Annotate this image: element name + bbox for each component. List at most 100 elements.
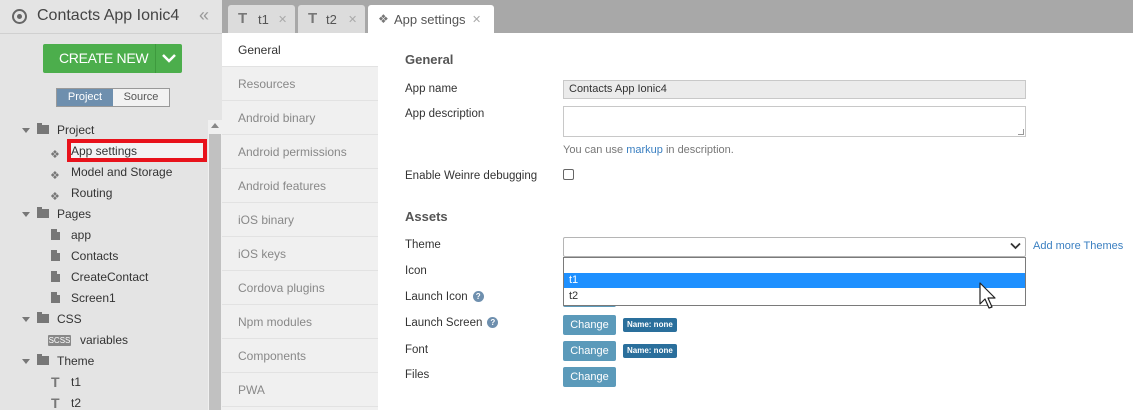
nav-label: PWA (238, 383, 265, 397)
tab-t2[interactable]: T t2 ✕ (298, 5, 365, 33)
nav-label: General (238, 43, 281, 57)
theme-filter-input[interactable] (565, 259, 1024, 273)
folder-icon (37, 123, 49, 134)
help-icon[interactable]: ? (487, 317, 499, 328)
expand-arrow-icon[interactable] (22, 128, 30, 133)
font-change-button[interactable]: Change (563, 341, 616, 361)
expand-arrow-icon[interactable] (22, 359, 30, 364)
launch-icon-label: Launch Icon? (405, 291, 484, 303)
font-label: Font (405, 344, 429, 356)
app-name-field[interactable]: Contacts App Ionic4 (563, 80, 1026, 99)
tree-scrollbar-thumb[interactable] (209, 134, 221, 410)
nav-label: iOS binary (238, 213, 295, 227)
general-settings-form: General App name Contacts App Ionic4 App… (378, 33, 1133, 410)
app-description-label: App description (405, 108, 485, 120)
nav-ios-keys[interactable]: iOS keys (222, 237, 378, 271)
close-icon[interactable]: ✕ (472, 13, 481, 26)
theme-dropdown-list: t1 t2 (563, 257, 1026, 306)
tree-label: Theme (57, 354, 95, 368)
tree-label: Pages (57, 207, 92, 221)
tab-t1[interactable]: T t1 ✕ (228, 5, 295, 33)
nav-general[interactable]: General (222, 33, 378, 67)
tree-label: Project (57, 123, 95, 137)
app-name-label: App name (405, 83, 458, 95)
nav-label: Components (238, 349, 307, 363)
folder-icon (37, 354, 49, 365)
page-icon (51, 229, 60, 240)
label-text: Launch Icon (405, 291, 468, 303)
create-new-dropdown[interactable] (155, 44, 182, 73)
nav-label: Resources (238, 77, 296, 91)
theme-icon: T (51, 395, 60, 410)
settings-icon: ❖ (50, 170, 60, 182)
expand-arrow-icon[interactable] (22, 317, 30, 322)
tree-label: t1 (71, 375, 82, 389)
nav-label: Cordova plugins (238, 281, 325, 295)
weinre-checkbox[interactable] (563, 169, 574, 180)
font-name-badge: Name: none (623, 344, 677, 358)
tab-label: t1 (258, 12, 269, 27)
expand-arrow-icon[interactable] (22, 212, 30, 217)
nav-components[interactable]: Components (222, 339, 378, 373)
weinre-label: Enable Weinre debugging (405, 170, 538, 182)
files-label: Files (405, 369, 430, 381)
nav-android-binary[interactable]: Android binary (222, 101, 378, 135)
launch-screen-name-badge: Name: none (623, 318, 677, 332)
project-source-toggle: Project Source (56, 88, 170, 107)
tab-source[interactable]: Source (113, 89, 169, 106)
nav-pwa[interactable]: PWA (222, 373, 378, 407)
theme-option-t2[interactable]: t2 (564, 289, 1025, 304)
folder-icon (37, 207, 49, 218)
nav-cordova-plugins[interactable]: Cordova plugins (222, 271, 378, 305)
description-help-text: You can use markup in description. (563, 144, 734, 156)
close-icon[interactable]: ✕ (278, 13, 287, 26)
theme-option-t1[interactable]: t1 (564, 273, 1025, 288)
tree-label: Model and Storage (71, 165, 173, 179)
tree-label: app (71, 228, 92, 242)
app-description-field[interactable] (563, 106, 1026, 137)
assets-heading: Assets (405, 209, 448, 224)
page-icon (51, 271, 60, 282)
chevron-down-icon (162, 54, 176, 63)
tree-label: t2 (71, 396, 82, 410)
folder-icon (37, 312, 49, 323)
tree-label: variables (80, 333, 129, 347)
app-title: Contacts App Ionic4 (37, 7, 180, 24)
nav-resources[interactable]: Resources (222, 67, 378, 101)
theme-icon: T (308, 10, 318, 27)
tab-app-settings[interactable]: ❖ App settings ✕ (368, 5, 494, 33)
nav-label: iOS keys (238, 247, 287, 261)
nav-android-permissions[interactable]: Android permissions (222, 135, 378, 169)
scroll-up-icon[interactable] (211, 123, 219, 128)
tab-label: App settings (394, 12, 466, 27)
theme-select[interactable] (563, 237, 1026, 257)
tree-label: CSS (57, 312, 82, 326)
page-icon (51, 250, 60, 261)
nav-ios-binary[interactable]: iOS binary (222, 203, 378, 237)
label-text: Launch Screen (405, 317, 483, 329)
project-sidebar: Contacts App Ionic4 « CREATE NEW Project… (0, 0, 222, 410)
tree-label: Contacts (71, 249, 119, 263)
nav-android-features[interactable]: Android features (222, 169, 378, 203)
theme-icon: T (51, 374, 60, 390)
general-heading: General (405, 52, 454, 67)
nav-label: Npm modules (238, 315, 313, 329)
scss-badge: SCSS (48, 335, 71, 346)
settings-icon: ❖ (378, 12, 389, 26)
create-new-label: CREATE NEW (59, 50, 149, 66)
help-icon[interactable]: ? (472, 291, 484, 302)
icon-label: Icon (405, 265, 427, 277)
launch-screen-change-button[interactable]: Change (563, 315, 616, 335)
collapse-sidebar-icon[interactable]: « (199, 5, 209, 26)
page-icon (51, 292, 60, 303)
resize-handle-icon[interactable] (1018, 129, 1024, 135)
tree-label: App settings (71, 144, 138, 158)
add-more-themes-link[interactable]: Add more Themes (1033, 240, 1123, 252)
markup-link[interactable]: markup (626, 144, 663, 156)
nav-npm-modules[interactable]: Npm modules (222, 305, 378, 339)
close-icon[interactable]: ✕ (348, 13, 357, 26)
files-change-button[interactable]: Change (563, 367, 616, 387)
tab-project[interactable]: Project (57, 89, 113, 106)
tab-label: t2 (326, 12, 337, 27)
create-new-button[interactable]: CREATE NEW (43, 44, 182, 73)
